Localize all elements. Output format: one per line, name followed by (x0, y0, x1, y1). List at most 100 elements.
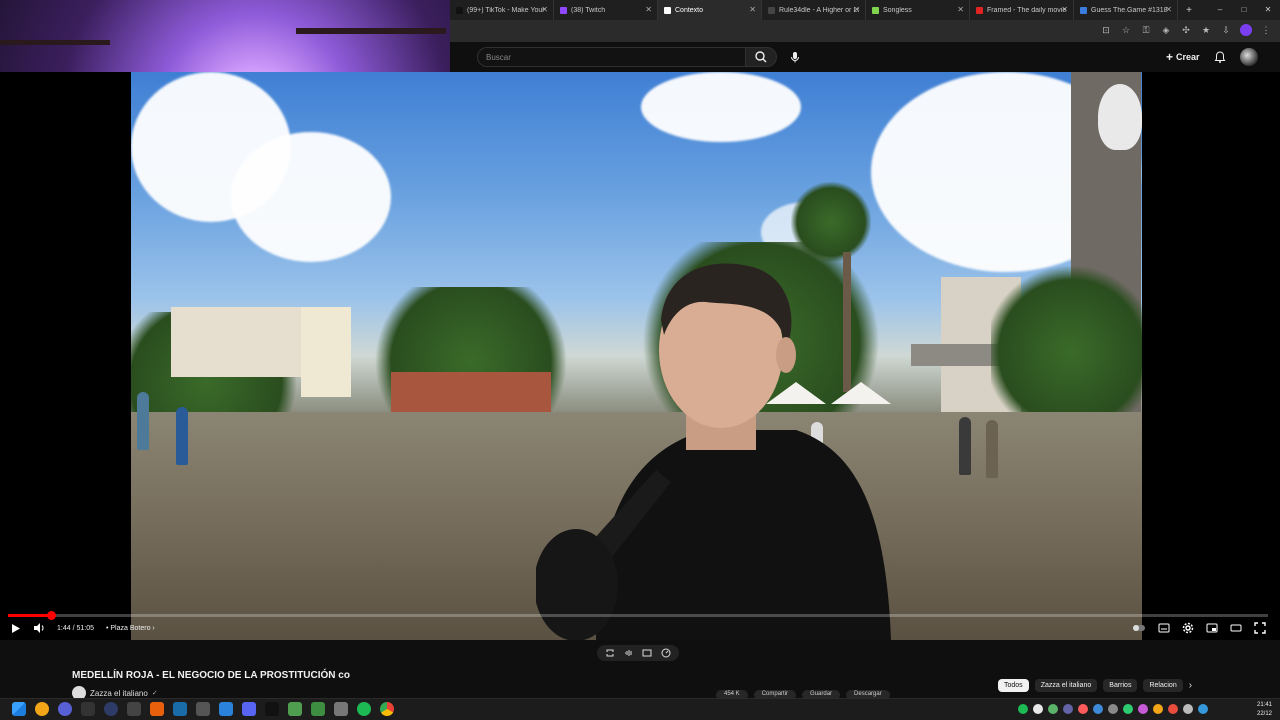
video-player[interactable]: 1:44 / 51:05 • Plaza Botero › (0, 72, 1280, 640)
tab-close-icon[interactable]: ✕ (853, 5, 860, 14)
chip-barrios[interactable]: Barrios (1103, 679, 1138, 692)
reading-list-icon[interactable]: ★ (1200, 24, 1212, 36)
notifications-bell-icon[interactable] (1213, 50, 1227, 64)
app-icon[interactable] (58, 702, 72, 716)
tray-icon[interactable] (1093, 704, 1103, 714)
search-button[interactable] (745, 47, 777, 67)
tray-icon[interactable] (1138, 704, 1148, 714)
loop-icon[interactable] (605, 648, 615, 658)
browser-tab-active[interactable]: Contexto ✕ (658, 0, 762, 20)
close-window-button[interactable]: ✕ (1256, 0, 1280, 20)
tray-icon[interactable] (1033, 704, 1043, 714)
tab-label: (99+) TikTok - Make Your Day (467, 6, 547, 14)
app-icon[interactable] (196, 702, 210, 716)
tab-close-icon[interactable]: ✕ (541, 5, 548, 14)
chapter-button[interactable]: • Plaza Botero › (106, 625, 155, 632)
tab-close-icon[interactable]: ✕ (749, 5, 756, 14)
browser-tab[interactable]: Framed - The daily movie game✕ (970, 0, 1074, 20)
menu-kebab-icon[interactable]: ⋮ (1260, 24, 1272, 36)
tray-icon[interactable] (1123, 704, 1133, 714)
browser-tab[interactable]: (99+) TikTok - Make Your Day✕ (450, 0, 554, 20)
extension-icon[interactable]: ◈ (1160, 24, 1172, 36)
toolbar-icons: ⊡ ☆ ⚿ ◈ ✣ ★ ⇩ ⋮ (1100, 24, 1272, 36)
audio-wave-icon[interactable] (624, 648, 634, 658)
account-avatar[interactable] (1240, 48, 1258, 66)
screen-capture-icon[interactable] (642, 648, 652, 658)
spotify-icon[interactable] (357, 702, 371, 716)
video-title: MEDELLÍN ROJA - EL NEGOCIO DE LA PROSTIT… (72, 670, 350, 681)
progress-bar[interactable] (8, 611, 1268, 620)
minimize-button[interactable]: – (1208, 0, 1232, 20)
tray-icon[interactable] (1063, 704, 1073, 714)
tab-label: Framed - The daily movie game (987, 6, 1067, 14)
channel-name[interactable]: Zazza el italiano (90, 689, 148, 698)
taskbar-clock[interactable]: 21:41 22/12 (1257, 701, 1272, 719)
chip-all[interactable]: Todos (998, 679, 1029, 692)
tray-icon[interactable] (1183, 704, 1193, 714)
tab-media-controls (597, 645, 679, 661)
app-icon[interactable] (219, 702, 233, 716)
tab-favicon-icon (1080, 6, 1087, 14)
tab-close-icon[interactable]: ✕ (957, 5, 964, 14)
install-app-icon[interactable]: ⊡ (1100, 24, 1112, 36)
video-frame (131, 72, 1142, 640)
subtitles-icon[interactable] (1158, 622, 1170, 634)
app-icon[interactable] (104, 702, 118, 716)
browser-tab[interactable]: Guess The.Game #1318 ✕ (1074, 0, 1178, 20)
puzzle-icon[interactable]: ✣ (1180, 24, 1192, 36)
chip-channel[interactable]: Zazza el italiano (1034, 679, 1098, 692)
app-icon[interactable] (81, 702, 95, 716)
key-icon[interactable]: ⚿ (1140, 24, 1152, 36)
new-tab-button[interactable]: + (1182, 5, 1196, 16)
cloud (641, 72, 801, 142)
shelf (0, 40, 110, 45)
tray-icon[interactable] (1048, 704, 1058, 714)
app-icon[interactable] (150, 702, 164, 716)
tray-icon[interactable] (1153, 704, 1163, 714)
tray-icon[interactable] (1198, 704, 1208, 714)
theater-mode-icon[interactable] (1230, 622, 1242, 634)
discord-icon[interactable] (242, 702, 256, 716)
browser-tab[interactable]: (38) Twitch ✕ (554, 0, 658, 20)
profile-icon[interactable] (1240, 24, 1252, 36)
app-icon[interactable] (288, 702, 302, 716)
browser-tab[interactable]: Rule34dle - A Higher or Lower✕ (762, 0, 866, 20)
settings-gear-icon[interactable] (1182, 622, 1194, 634)
autoplay-toggle-icon[interactable] (1132, 622, 1146, 634)
create-button[interactable]: + Crear (1166, 50, 1200, 64)
tray-icon[interactable] (1078, 704, 1088, 714)
fullscreen-icon[interactable] (1254, 622, 1266, 634)
tiktok-icon[interactable] (265, 702, 279, 716)
tray-icon[interactable] (1018, 704, 1028, 714)
windows-start-icon[interactable] (12, 702, 26, 716)
cloud (231, 132, 391, 262)
tray-icon[interactable] (1168, 704, 1178, 714)
tab-close-icon[interactable]: ✕ (1061, 5, 1068, 14)
downloads-icon[interactable]: ⇩ (1220, 24, 1232, 36)
search-icon[interactable] (35, 702, 49, 716)
tab-close-icon[interactable]: ✕ (1165, 5, 1172, 14)
tab-favicon-icon (976, 6, 983, 14)
microphone-icon[interactable] (788, 50, 802, 64)
window-controls: – □ ✕ (1208, 0, 1280, 20)
play-icon[interactable] (10, 623, 21, 634)
app-icon[interactable] (311, 702, 325, 716)
speed-gauge-icon[interactable] (661, 648, 671, 658)
volume-icon[interactable] (33, 622, 45, 634)
bookmark-star-icon[interactable]: ☆ (1120, 24, 1132, 36)
miniplayer-icon[interactable] (1206, 622, 1218, 634)
verified-badge-icon: ✓ (151, 690, 158, 697)
browser-tab[interactable]: Songless ✕ (866, 0, 970, 20)
tray-icon[interactable] (1108, 704, 1118, 714)
chips-next-icon[interactable]: › (1189, 680, 1192, 691)
app-icon[interactable] (334, 702, 348, 716)
maximize-button[interactable]: □ (1232, 0, 1256, 20)
progress-scrubber[interactable] (47, 611, 56, 620)
tab-favicon-icon (560, 6, 567, 14)
chrome-icon[interactable] (380, 702, 394, 716)
search-input[interactable]: Buscar (477, 47, 746, 67)
chip-related[interactable]: Relacion (1143, 679, 1183, 692)
steam-icon[interactable] (173, 702, 187, 716)
app-icon[interactable] (127, 702, 141, 716)
tab-close-icon[interactable]: ✕ (645, 5, 652, 14)
